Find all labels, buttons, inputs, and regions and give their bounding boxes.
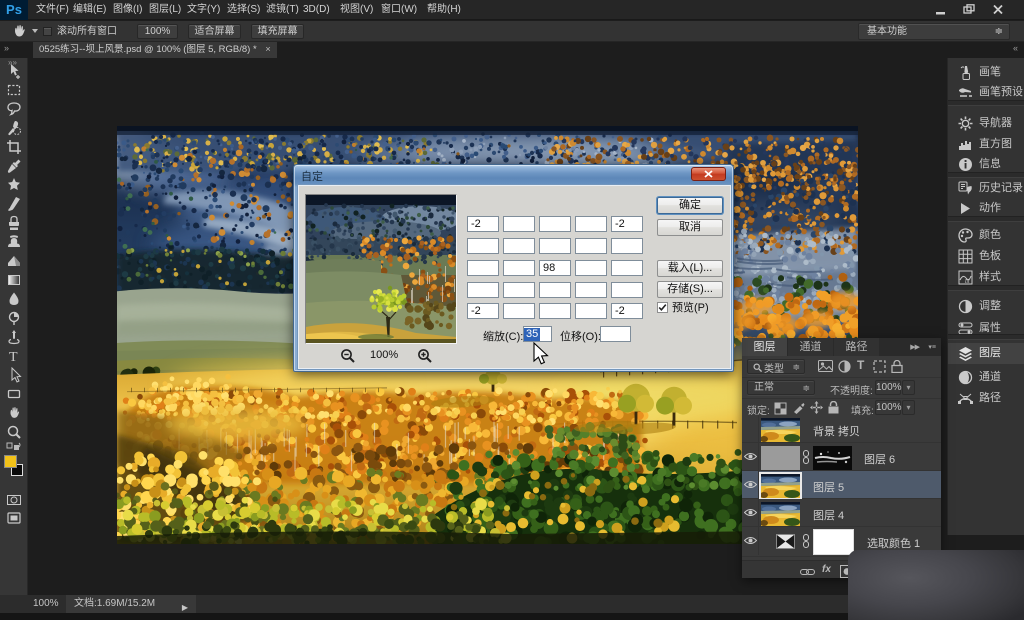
svg-text:T: T bbox=[9, 350, 18, 364]
